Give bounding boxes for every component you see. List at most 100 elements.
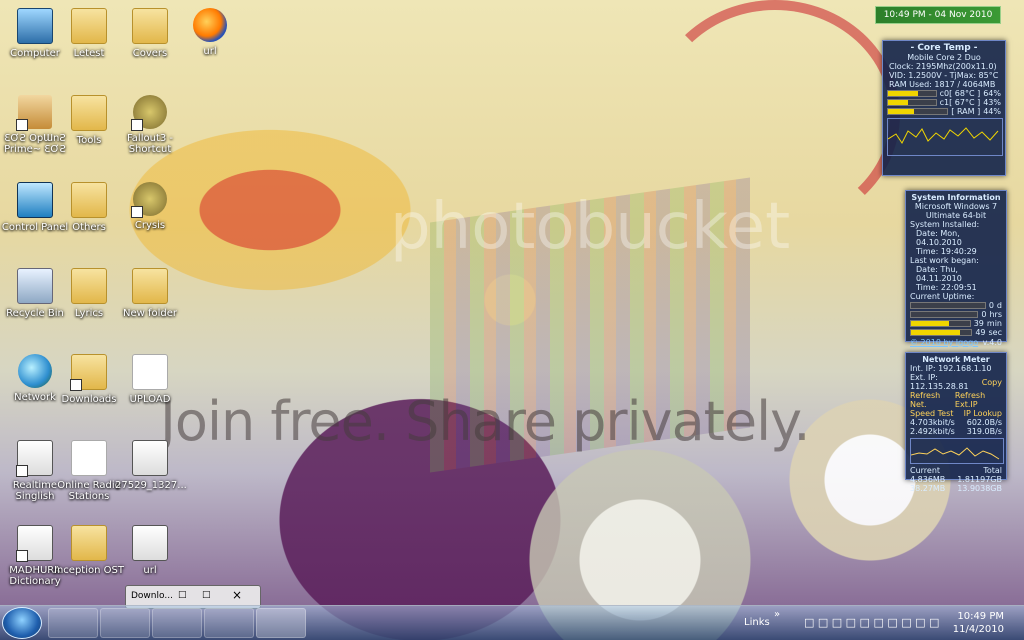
core-bar [888,109,915,114]
system-last-work-date: Date: Thu, 04.11.2010 [916,265,962,283]
core-row: c0[ 68°C ] 64% [883,89,1005,98]
desktop-icon-new-folder[interactable]: New folder [115,268,185,319]
start-button[interactable] [2,607,42,639]
uptime-row: 39 min [906,319,1006,328]
system-credit-link[interactable]: © 2010 by Igogo [910,338,978,347]
uptime-unit: hrs [989,310,1002,319]
taskbar-date[interactable]: 11/4/2010 [953,624,1004,635]
desktop-icon-lyrics[interactable]: Lyrics [54,268,124,319]
current-up: 4.836MB [910,475,946,484]
core-temp-gadget[interactable]: - Core Temp - Mobile Core 2 Duo Clock: 2… [882,40,1006,176]
folder-icon [132,268,168,304]
desktop-icon-inception-ost[interactable]: Inception OST [54,525,124,576]
current-label: Current [910,466,941,475]
links-toolbar[interactable]: Links [744,617,770,628]
app-icon [16,525,53,562]
desktop-icon-url-image[interactable]: url [115,525,185,576]
folder-icon [71,8,107,44]
core-row: [ RAM ] 44% [883,107,1005,116]
download-bytes: 319.0B/s [966,427,1002,436]
total-label: Total [983,466,1002,475]
taskbar-documents[interactable] [152,608,202,638]
total-down: 13.9038GB [957,484,1002,493]
refresh-net-button[interactable]: Refresh Net. [910,391,952,409]
desktop-icon-label: Downloads [61,394,117,405]
system-footer: © 2010 by Igogo v.4.0 [906,338,1006,347]
desktop-icon-label: Inception OST [54,565,124,576]
popup-close-button[interactable]: × [232,588,242,602]
desktop-icon-tools[interactable]: Tools [54,95,124,146]
network-actions-row-2: Speed Test IP Lookup [906,409,1006,418]
desktop-icon-label: url [203,46,217,57]
uptime-bar [911,330,961,335]
network-icon [18,354,52,388]
desktop-icon-label: Others [72,222,106,233]
refresh-ext-ip-button[interactable]: Refresh Ext.IP [955,391,1002,409]
core-temp-vid: VID: 1.2500V - TjMax: 85°C [889,71,999,80]
desktop-icon-label: Online Radio Stations [57,480,121,502]
folder-icon [70,354,107,391]
system-installed-date: Date: Mon, 04.10.2010 [916,229,962,247]
firefox-icon [193,8,227,42]
desktop-icon-label: 27529_1327... [115,480,187,491]
uptime-row: 49 sec [906,328,1006,337]
network-totals-down: 38.27MB 13.9038GB [906,484,1006,493]
taskbar-messenger[interactable] [100,608,150,638]
uptime-unit: min [986,319,1002,328]
core-label: c0[ 68°C ] [939,89,981,98]
popup-minimize-button[interactable]: □ [178,590,187,600]
uptime-unit: sec [988,328,1003,337]
desktop-icon-others[interactable]: Others [54,182,124,233]
speed-test-button[interactable]: Speed Test [910,409,953,418]
folder-icon [71,95,107,131]
desktop-icon-fallout3[interactable]: Fallout3 - Shortcut [115,95,185,155]
copy-button[interactable]: Copy [982,378,1002,387]
uptime-value: 39 [973,319,984,328]
taskbar-media-player[interactable] [48,608,98,638]
desktop-icon-url-firefox[interactable]: url [175,8,245,57]
desktop-icon-27529[interactable]: 27529_1327... [115,440,187,491]
links-chevron[interactable]: » [774,609,780,620]
system-installed-label: System Installed: [910,220,980,229]
document-icon [132,354,168,390]
system-tray: Links » □ □ □ □ □ □ □ □ □ □ 10:49 PM 11/… [734,606,1024,640]
uptime-value: 0 [988,301,994,310]
system-version: v.4.0 [982,338,1002,347]
app-icon [132,440,168,476]
clock-gadget[interactable]: 10:49 PM - 04 Nov 2010 [875,6,1001,24]
core-temp-title: - Core Temp - [910,43,978,53]
desktop-icon-online-radio[interactable]: Online Radio Stations [54,440,124,502]
tray-icons[interactable]: □ □ □ □ □ □ □ □ □ □ [804,616,939,629]
taskbar-time[interactable]: 10:49 PM [957,611,1004,622]
core-temp-ram: RAM Used: 1817 / 4064MB [889,80,996,89]
ip-lookup-button[interactable]: IP Lookup [964,409,1002,418]
current-down: 38.27MB [910,484,946,493]
desktop-icon-letest[interactable]: Letest [54,8,124,59]
network-meter-gadget[interactable]: Network Meter Int. IP: 192.168.1.10 Ext.… [905,352,1007,493]
uptime-bar [911,321,950,326]
network-up-row: 4.703kbit/s 602.0B/s [906,418,1006,427]
taskbar-explorer[interactable] [204,608,254,638]
network-graph [910,438,1004,464]
desktop-icon-upload[interactable]: UPLOAD [115,354,185,405]
uptime-row: 0 hrs [906,310,1006,319]
folder-icon [71,525,107,561]
core-bar [888,91,919,96]
watermark-brand: photobucket [390,190,791,264]
image-icon [132,525,168,561]
desktop-icon-crysis[interactable]: Crysis [115,182,185,231]
desktop-icon-downloads[interactable]: Downloads [54,354,124,405]
upload-bytes: 602.0B/s [966,418,1002,427]
network-down-row: 2.492kbit/s 319.0B/s [906,427,1006,436]
system-info-gadget[interactable]: System Information Microsoft Windows 7 U… [905,190,1007,347]
taskbar-firefox[interactable] [256,608,306,638]
game-icon [131,95,167,131]
popup-maximize-button[interactable]: □ [202,590,211,600]
system-last-work-time: Time: 22:09:51 [916,283,977,292]
system-last-work-label: Last work began: [910,256,979,265]
folder-icon [132,8,168,44]
core-percent: 64% [983,89,1001,98]
watermark-slogan: Join free. Share privately. [160,390,811,453]
desktop-icon-label: Tools [76,135,102,146]
network-actions-row: Refresh Net. Refresh Ext.IP [906,391,1006,409]
